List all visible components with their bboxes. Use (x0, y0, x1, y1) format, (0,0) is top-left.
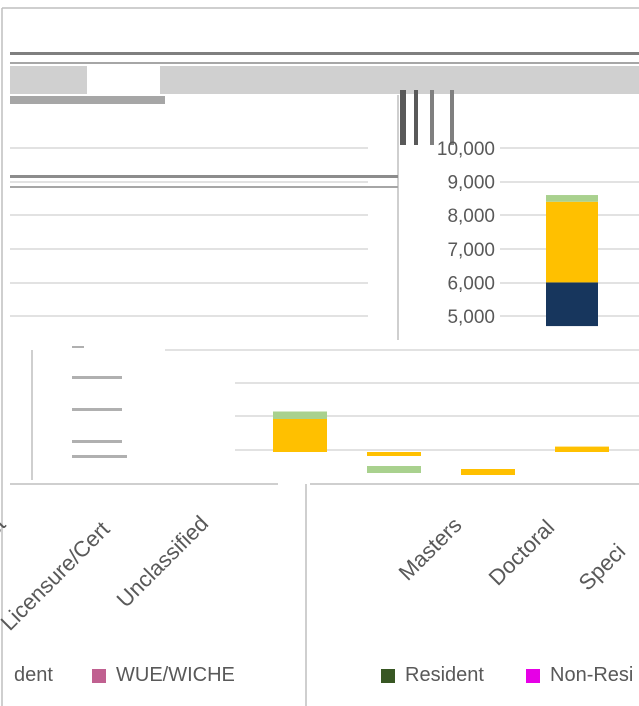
legend-swatch-wue-wiche (92, 668, 106, 683)
legend-item-non-resident: Non-Resi (526, 664, 633, 687)
gridlines-lower-visible (165, 349, 639, 451)
lower-bar-segment (273, 419, 327, 452)
legend-label: Non-Resi (550, 664, 634, 686)
lower-bars (273, 411, 609, 475)
lower-bar-segment (555, 446, 609, 452)
legend-swatch-non-resident (526, 668, 540, 683)
legend-label: WUE/WICHE (116, 664, 235, 686)
legend-swatch-resident (381, 668, 395, 683)
legend-item-resident: Resident (381, 664, 484, 687)
chart-lower (1, 342, 639, 706)
lower-bar-segment (367, 466, 421, 473)
lower-bar-segment (273, 411, 327, 419)
legend-item-resident-left: dent (14, 664, 53, 687)
legend-item-wue-wiche: WUE/WICHE (92, 664, 235, 687)
legend-label: Resident (405, 664, 484, 686)
lower-bar-segment (461, 469, 515, 475)
legend-label: dent (14, 664, 53, 686)
lower-tick-stubs (72, 346, 127, 458)
lower-bar-segment (367, 452, 421, 456)
